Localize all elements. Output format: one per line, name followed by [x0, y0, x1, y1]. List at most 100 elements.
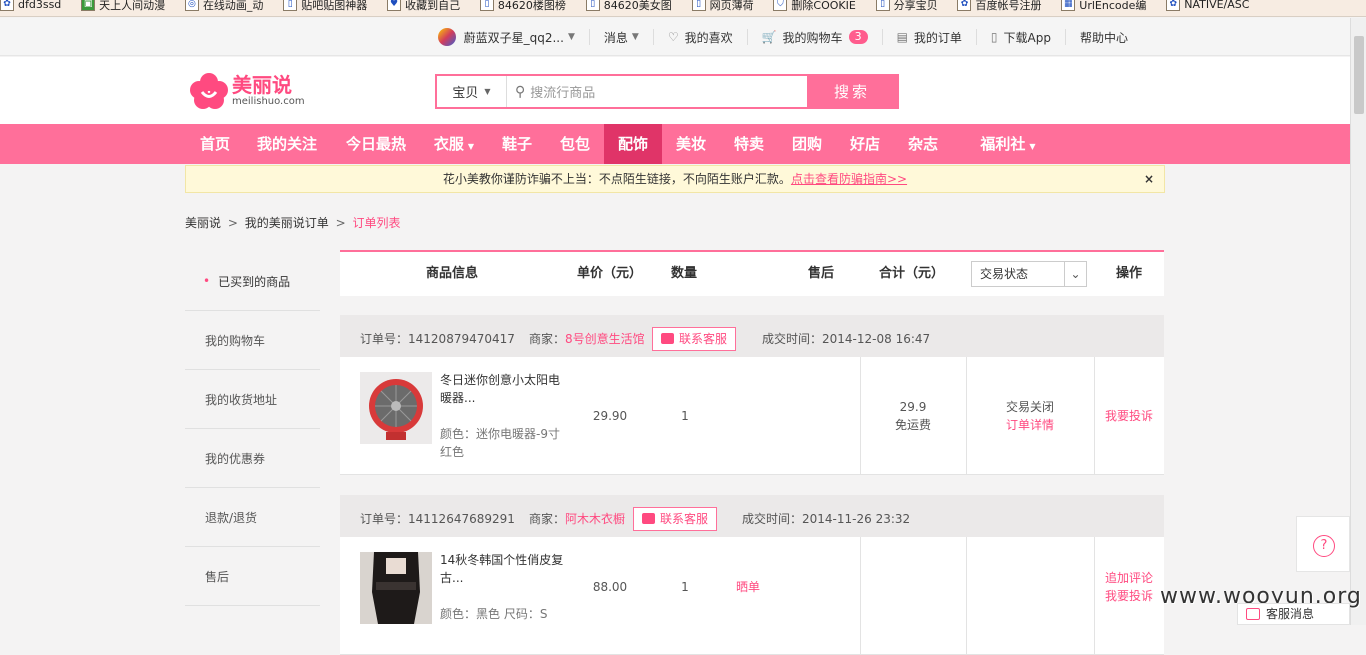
- sidebar-item-cart[interactable]: 我的购物车: [185, 311, 320, 370]
- nav-item-group[interactable]: 团购: [778, 124, 836, 164]
- page-icon: ▯: [691, 0, 706, 11]
- product-name-link[interactable]: 14秋冬韩国个性俏皮复古...: [440, 551, 570, 587]
- paw-icon: ✿: [957, 0, 972, 11]
- notice-link[interactable]: 点击查看防骗指南>>: [791, 172, 907, 186]
- nav-item-beauty[interactable]: 美妆: [662, 124, 720, 164]
- site-header: 美丽说 meilishuo.com 宝贝 ▼ ⚲ 搜流行商品 搜索: [0, 57, 1350, 124]
- download-link[interactable]: ▯ 下载App: [975, 29, 1065, 45]
- nav-item-sale[interactable]: 特卖: [720, 124, 778, 164]
- logo-domain: meilishuo.com: [232, 96, 305, 107]
- add-review-link[interactable]: 追加评论: [1100, 569, 1158, 587]
- paw-icon: ✿: [0, 0, 14, 11]
- product-thumbnail[interactable]: [360, 552, 432, 624]
- product-thumbnail[interactable]: [360, 372, 432, 444]
- nav-item-bags[interactable]: 包包: [546, 124, 604, 164]
- customer-service-button[interactable]: 客服消息: [1237, 603, 1350, 625]
- order-detail-link[interactable]: 订单详情: [966, 416, 1094, 434]
- bookmark-item[interactable]: ⛉ 删除COOKIE: [773, 0, 856, 13]
- seller-link[interactable]: 8号创意生活馆: [565, 332, 645, 346]
- breadcrumb-orders[interactable]: 我的美丽说订单: [245, 216, 329, 230]
- nav-item-follow[interactable]: 我的关注: [244, 124, 330, 164]
- help-label: 帮助中心: [1079, 30, 1128, 45]
- bookmark-item[interactable]: ▯ 分享宝贝: [875, 0, 938, 13]
- seller-link[interactable]: 阿木木衣橱: [565, 512, 625, 526]
- nav-item-hot[interactable]: 今日最热: [330, 124, 422, 164]
- bookmark-item[interactable]: ◎ 在线动画_动: [184, 0, 263, 13]
- bookmark-label: 贴吧贴图神器: [301, 0, 368, 12]
- bookmark-label: 百度帐号注册: [975, 0, 1042, 12]
- bookmark-item[interactable]: ▯ 贴吧贴图神器: [283, 0, 367, 13]
- nav-item-shoes[interactable]: 鞋子: [488, 124, 546, 164]
- account-sidebar: 已买到的商品 我的购物车 我的收货地址 我的优惠券 退款/退货 售后: [185, 252, 335, 606]
- table-header: 商品信息 单价（元） 数量 售后 合计（元） 交易状态 ⌄ 操作: [340, 250, 1164, 296]
- show-order-link[interactable]: 晒单: [720, 578, 776, 596]
- nav-item-accessories[interactable]: 配饰: [604, 124, 662, 164]
- breadcrumb: 美丽说 > 我的美丽说订单 > 订单列表: [185, 214, 400, 231]
- scrollbar-thumb[interactable]: [1354, 36, 1364, 114]
- breadcrumb-separator: >: [227, 216, 238, 230]
- bookmark-item[interactable]: ▯ 网页薄荷: [691, 0, 754, 13]
- bookmark-label: 84620美女图: [603, 0, 672, 12]
- caret-down-icon: ▼: [484, 87, 491, 96]
- search-input[interactable]: ⚲ 搜流行商品: [507, 76, 807, 107]
- sidebar-item-address[interactable]: 我的收货地址: [185, 370, 320, 429]
- search-category-select[interactable]: 宝贝 ▼: [437, 76, 507, 107]
- heart-icon: ♥: [387, 0, 402, 11]
- bookmark-label: NATIVE/ASC: [1184, 0, 1250, 11]
- user-menu[interactable]: 蔚蓝双子星_qq2... ▼: [424, 28, 589, 46]
- bookmark-item[interactable]: ▣ 天上人间动漫: [81, 0, 165, 13]
- page-scrollbar[interactable]: [1350, 18, 1366, 625]
- customer-service-label: 客服消息: [1266, 607, 1315, 621]
- column-header-info: 商品信息: [426, 266, 479, 281]
- folder-icon: ▣: [81, 0, 96, 11]
- sidebar-item-aftersale[interactable]: 售后: [185, 547, 320, 606]
- nav-item-welfare[interactable]: 福利社 ▼: [970, 124, 1046, 164]
- sidebar-item-coupons[interactable]: 我的优惠券: [185, 429, 320, 488]
- column-header-actions: 操作: [1116, 266, 1143, 281]
- breadcrumb-home[interactable]: 美丽说: [185, 216, 221, 230]
- caret-down-icon: ▼: [567, 32, 575, 42]
- sidebar-item-refund[interactable]: 退款/退货: [185, 488, 320, 547]
- order-time: 成交时间：2014-12-08 16:47: [762, 315, 930, 363]
- bookmark-item[interactable]: ✿ 百度帐号注册: [957, 0, 1041, 13]
- chat-icon: [1246, 608, 1260, 620]
- nav-item-home[interactable]: 首页: [186, 124, 244, 164]
- status-filter-select[interactable]: 交易状态 ⌄: [971, 261, 1087, 287]
- likes-link[interactable]: ♡ 我的喜欢: [652, 29, 747, 45]
- orders-label: 我的订单: [913, 30, 962, 45]
- cart-link[interactable]: 🛒 我的购物车 3: [746, 29, 882, 45]
- site-logo[interactable]: 美丽说 meilishuo.com: [190, 72, 305, 110]
- nav-item-clothes[interactable]: 衣服 ▼: [422, 124, 486, 164]
- search-icon: ⚲: [515, 83, 526, 100]
- orders-link[interactable]: ▤ 我的订单: [881, 29, 976, 45]
- contact-service-button[interactable]: 联系客服: [652, 327, 737, 351]
- help-link[interactable]: 帮助中心: [1064, 29, 1142, 45]
- close-icon[interactable]: ×: [1144, 166, 1154, 192]
- product-name-link[interactable]: 冬日迷你创意小太阳电暖器...: [440, 371, 570, 407]
- contact-service-button[interactable]: 联系客服: [633, 507, 718, 531]
- top-bar: 蔚蓝双子星_qq2... ▼ 消息 ▼ ♡ 我的喜欢 🛒 我的购物车 3 ▤ 我的订单 ▯ 下…: [0, 18, 1350, 56]
- bookmark-item[interactable]: ✿ dfd3ssd: [0, 0, 61, 13]
- sidebar-item-purchased[interactable]: 已买到的商品: [185, 252, 320, 311]
- status-filter-value: 交易状态: [980, 267, 1029, 281]
- complain-link[interactable]: 我要投诉: [1100, 587, 1158, 605]
- bookmark-item[interactable]: ♥ 收藏到自己: [387, 0, 460, 13]
- bookmark-item[interactable]: ▦ UrlEncode编: [1061, 0, 1146, 13]
- complain-link[interactable]: 我要投诉: [1100, 407, 1158, 425]
- order-status: 交易关闭 订单详情: [966, 398, 1094, 434]
- bookmark-item[interactable]: ✿ NATIVE/ASC: [1166, 0, 1249, 13]
- help-widget[interactable]: ?: [1296, 516, 1350, 572]
- question-icon: ?: [1313, 535, 1335, 557]
- messages-menu[interactable]: 消息 ▼: [588, 29, 653, 45]
- order-time-value: 2014-11-26 23:32: [802, 512, 911, 526]
- anti-fraud-notice: 花小美教你谨防诈骗不上当：不点陌生链接，不向陌生账户汇款。点击查看防骗指南>> …: [185, 165, 1165, 193]
- bookmark-item[interactable]: ▯ 84620楼图榜: [479, 0, 566, 13]
- nav-item-shops[interactable]: 好店: [836, 124, 894, 164]
- paw-icon: ✿: [1166, 0, 1181, 11]
- bookmark-item[interactable]: ▯ 84620美女图: [585, 0, 672, 13]
- search-button[interactable]: 搜索: [807, 76, 897, 107]
- quantity: 1: [681, 409, 689, 423]
- quantity: 1: [681, 580, 689, 594]
- nav-item-magazine[interactable]: 杂志: [894, 124, 952, 164]
- breadcrumb-separator: >: [335, 216, 346, 230]
